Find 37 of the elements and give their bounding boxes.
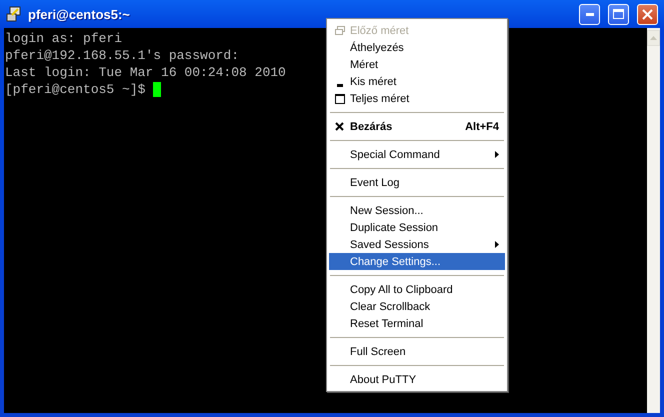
minimize-button[interactable] [579, 4, 600, 24]
close-button[interactable] [637, 4, 658, 24]
submenu-arrow-icon [495, 151, 499, 158]
menu-item[interactable]: Teljes méret [329, 90, 505, 107]
maximize-button[interactable] [608, 4, 629, 24]
cursor [153, 82, 162, 97]
menu-item[interactable]: Méret [329, 56, 505, 73]
menu-item[interactable]: Kis méret [329, 73, 505, 90]
menu-item[interactable]: Change Settings... [329, 253, 505, 270]
menu-item[interactable]: Áthelyezés [329, 39, 505, 56]
menu-item[interactable]: Full Screen [329, 343, 505, 360]
menu-item[interactable]: Reset Terminal [329, 315, 505, 332]
menu-item[interactable]: Event Log [329, 174, 505, 191]
menu-item[interactable]: Saved Sessions [329, 236, 505, 253]
menu-item[interactable]: Copy All to Clipboard [329, 281, 505, 298]
window-title: pferi@centos5:~ [28, 6, 131, 22]
restore-icon [334, 26, 344, 35]
menu-item[interactable]: New Session... [329, 202, 505, 219]
terminal-prompt: [pferi@centos5 ~]$ [5, 81, 146, 98]
scrollbar[interactable] [647, 28, 660, 413]
maximize-icon [613, 9, 624, 19]
menu-item[interactable]: Duplicate Session [329, 219, 505, 236]
menu-item[interactable]: Bezárás Alt+F4 [329, 118, 505, 135]
menu-item[interactable]: Clear Scrollback [329, 298, 505, 315]
maximize-icon [334, 94, 344, 104]
menu-item[interactable]: About PuTTY [329, 371, 505, 388]
terminal-line: login as: pferi [5, 30, 122, 47]
up-arrow-icon [650, 36, 657, 40]
close-icon [335, 122, 344, 131]
terminal-line: pferi@192.168.55.1's password: [5, 47, 240, 64]
menu-item[interactable]: Special Command [329, 146, 505, 163]
close-icon [642, 8, 653, 20]
submenu-arrow-icon [495, 241, 499, 248]
minimize-icon [336, 84, 342, 86]
minimize-icon [586, 12, 594, 16]
terminal-line: Last login: Tue Mar 16 00:24:08 2010 [5, 64, 286, 81]
computer-icon [6, 6, 22, 22]
